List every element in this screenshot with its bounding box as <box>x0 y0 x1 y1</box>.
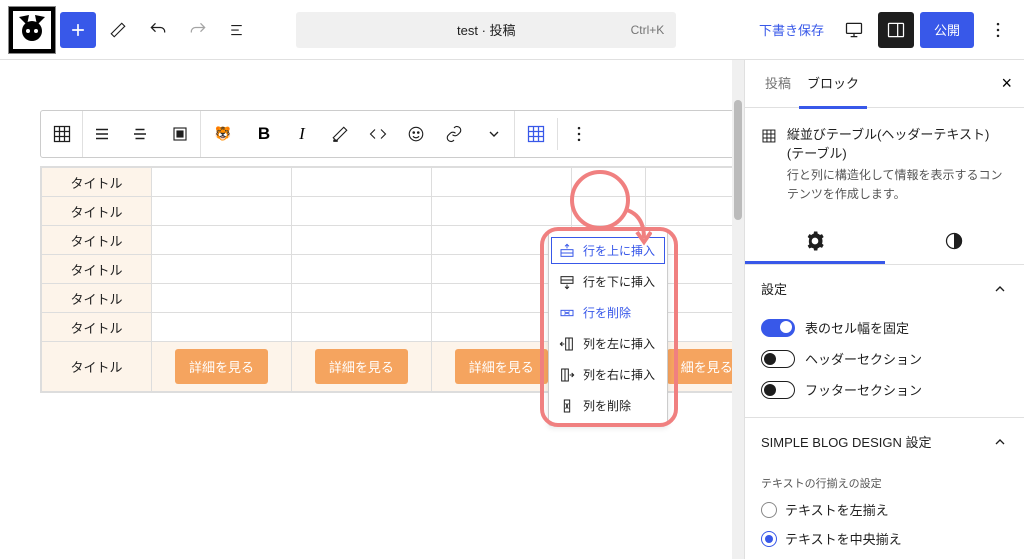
align-left-radio[interactable]: テキストを左揃え <box>745 495 1024 524</box>
block-description: 行と列に構造化して情報を表示するコンテンツを作成します。 <box>787 166 1008 204</box>
detail-button[interactable]: 詳細を見る <box>175 349 268 384</box>
emoji-button[interactable]: 🐯 <box>201 111 245 157</box>
fixed-width-toggle[interactable] <box>761 319 795 337</box>
bold-button[interactable]: B <box>245 111 283 157</box>
align-button[interactable] <box>83 111 121 157</box>
tab-block[interactable]: ブロック <box>799 60 867 109</box>
highlight-button[interactable] <box>321 111 359 157</box>
table-edit-dropdown: 行を上に挿入 行を下に挿入 行を削除 列を左に挿入 列を右に挿入 列を削除 <box>548 230 668 426</box>
block-type-button[interactable] <box>41 111 83 157</box>
insert-col-left[interactable]: 列を左に挿入 <box>549 328 667 359</box>
block-title: 縦並びテーブル(ヘッダーテキスト) (テーブル) <box>787 124 1008 162</box>
table-icon <box>761 124 777 148</box>
tab-post[interactable]: 投稿 <box>757 60 799 109</box>
detail-button[interactable]: 細を見る <box>667 349 732 384</box>
more-rich-text-button[interactable] <box>473 111 515 157</box>
detail-button[interactable]: 詳細を見る <box>455 349 548 384</box>
undo-button[interactable] <box>140 12 176 48</box>
editor-canvas[interactable]: 🐯 B I タイトル タイトル タイトル タイトル タイトル タイトル タイトル <box>0 60 732 559</box>
save-draft-button[interactable]: 下書き保存 <box>753 14 830 45</box>
delete-col[interactable]: 列を削除 <box>549 390 667 421</box>
insert-row-above[interactable]: 行を上に挿入 <box>549 235 667 266</box>
sidebar-toggle-button[interactable] <box>878 12 914 48</box>
insert-row-below[interactable]: 行を下に挿入 <box>549 266 667 297</box>
document-title: test · 投稿 <box>457 20 516 39</box>
table-row: タイトル <box>42 197 733 226</box>
block-toolbar: 🐯 B I <box>40 110 732 158</box>
site-logo[interactable] <box>8 6 56 54</box>
insert-col-right[interactable]: 列を右に挿入 <box>549 359 667 390</box>
table-row: タイトル <box>42 168 733 197</box>
sbd-panel-header[interactable]: SIMPLE BLOG DESIGN 設定 <box>745 418 1024 465</box>
table-edit-button[interactable] <box>515 111 557 157</box>
add-block-button[interactable] <box>60 12 96 48</box>
detail-button[interactable]: 詳細を見る <box>315 349 408 384</box>
italic-button[interactable]: I <box>283 111 321 157</box>
settings-panel-header[interactable]: 設定 <box>745 265 1024 312</box>
justify-button[interactable] <box>121 111 159 157</box>
link-button[interactable] <box>435 111 473 157</box>
position-button[interactable] <box>159 111 201 157</box>
view-desktop-button[interactable] <box>836 12 872 48</box>
block-info: 縦並びテーブル(ヘッダーテキスト) (テーブル) 行と列に構造化して情報を表示す… <box>745 108 1024 220</box>
chevron-up-icon <box>992 434 1008 450</box>
code-button[interactable] <box>359 111 397 157</box>
align-center-radio[interactable]: テキストを中央揃え <box>745 524 1024 553</box>
canvas-scrollbar[interactable] <box>732 60 744 559</box>
block-options-button[interactable] <box>558 111 600 157</box>
chevron-up-icon <box>992 281 1008 297</box>
delete-row[interactable]: 行を削除 <box>549 297 667 328</box>
subtab-styles[interactable] <box>885 220 1024 264</box>
publish-button[interactable]: 公開 <box>920 12 974 48</box>
subtab-settings[interactable] <box>745 220 885 264</box>
document-title-bar[interactable]: test · 投稿 Ctrl+K <box>296 12 676 48</box>
header-section-toggle[interactable] <box>761 350 795 368</box>
document-overview-button[interactable] <box>220 12 256 48</box>
align-right-radio[interactable]: テキストを右揃え <box>745 553 1024 559</box>
settings-sidebar: 投稿 ブロック × 縦並びテーブル(ヘッダーテキスト) (テーブル) 行と列に構… <box>744 60 1024 559</box>
smiley-button[interactable] <box>397 111 435 157</box>
redo-button[interactable] <box>180 12 216 48</box>
close-sidebar-button[interactable]: × <box>1001 73 1012 94</box>
top-toolbar: test · 投稿 Ctrl+K 下書き保存 公開 <box>0 0 1024 60</box>
footer-section-toggle[interactable] <box>761 381 795 399</box>
edit-mode-button[interactable] <box>100 12 136 48</box>
text-align-title: テキストの行揃えの設定 <box>745 465 1024 495</box>
options-button[interactable] <box>980 12 1016 48</box>
command-palette-shortcut: Ctrl+K <box>631 23 665 37</box>
